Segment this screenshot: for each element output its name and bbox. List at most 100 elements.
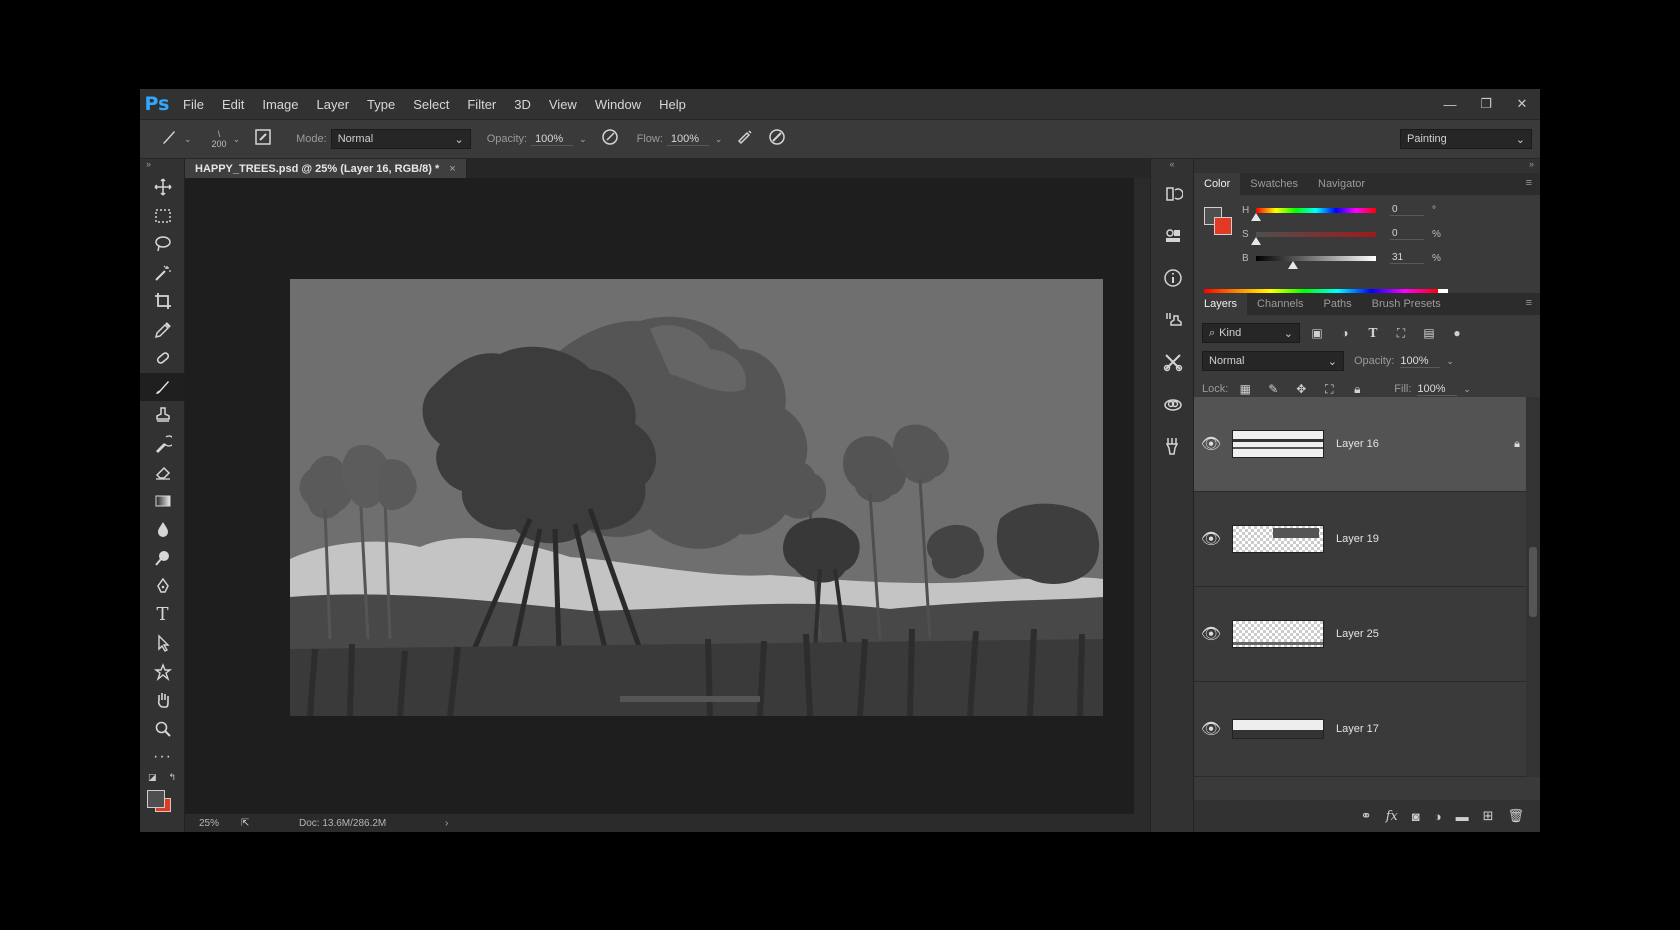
panel-menu-icon[interactable]: ≡ xyxy=(1526,297,1532,309)
brush-size-preview[interactable]: \ 200 xyxy=(212,129,227,149)
history-icon[interactable] xyxy=(1151,173,1195,215)
tab-layers[interactable]: Layers xyxy=(1194,293,1248,315)
brush-panel-icon[interactable] xyxy=(254,128,272,150)
close-icon[interactable]: ✕ xyxy=(1514,96,1530,112)
hue-slider-thumb[interactable] xyxy=(1251,212,1261,221)
path-selection-tool-icon[interactable] xyxy=(140,629,185,658)
layer-row[interactable]: 👁︎ Layer 19 xyxy=(1194,492,1540,587)
lock-all-icon[interactable]: 🔒︎ xyxy=(1346,379,1368,399)
flow-input[interactable]: 100% xyxy=(666,133,709,146)
mode-select[interactable]: Normal ⌄ xyxy=(330,129,471,149)
adjustment-filter-icon[interactable]: ◑ xyxy=(1334,323,1356,343)
tab-brush-presets[interactable]: Brush Presets xyxy=(1362,293,1451,315)
layer-row[interactable]: 👁︎ Layer 25 xyxy=(1194,587,1540,682)
hue-slider[interactable] xyxy=(1251,207,1376,221)
libraries-icon[interactable] xyxy=(1151,383,1195,425)
layer-name[interactable]: Layer 19 xyxy=(1336,533,1379,545)
panel-collapse-icon[interactable]: « xyxy=(1151,159,1193,173)
canvas-painting[interactable] xyxy=(290,279,1103,716)
visibility-eye-icon[interactable]: 👁︎ xyxy=(1194,624,1228,644)
history-brush-tool-icon[interactable] xyxy=(140,430,185,459)
layers-scrollbar[interactable] xyxy=(1526,397,1540,777)
fill-input[interactable]: 100% xyxy=(1417,383,1458,396)
airbrush-icon[interactable] xyxy=(736,128,754,150)
chevron-down-icon[interactable]: ⌄ xyxy=(184,134,192,145)
export-icon[interactable]: ⇱ xyxy=(241,818,281,829)
visibility-eye-icon[interactable]: 👁︎ xyxy=(1194,434,1228,454)
minimize-icon[interactable]: — xyxy=(1442,96,1458,112)
layer-name[interactable]: Layer 17 xyxy=(1336,723,1379,735)
lock-position-icon[interactable]: ✥ xyxy=(1290,379,1312,399)
marquee-tool-icon[interactable] xyxy=(140,202,185,231)
custom-shape-tool-icon[interactable] xyxy=(140,658,185,687)
info-icon[interactable] xyxy=(1151,257,1195,299)
zoom-level[interactable]: 25% xyxy=(199,818,241,829)
foreground-color-swatch[interactable] xyxy=(147,789,165,808)
opacity-input[interactable]: 100% xyxy=(531,133,574,146)
brush-tool-icon[interactable] xyxy=(160,128,178,150)
shape-filter-icon[interactable]: ⛶ xyxy=(1390,323,1412,343)
tool-presets-icon[interactable] xyxy=(1151,341,1195,383)
tab-color[interactable]: Color xyxy=(1194,173,1241,195)
workspace-select[interactable]: Painting ⌄ xyxy=(1400,129,1532,149)
tab-swatches[interactable]: Swatches xyxy=(1240,173,1308,195)
pixel-filter-icon[interactable]: ▣ xyxy=(1306,323,1328,343)
hue-input[interactable]: 0 xyxy=(1390,204,1424,216)
chevron-down-icon[interactable]: ⌄ xyxy=(233,134,241,145)
background-color-swatch[interactable] xyxy=(1214,217,1232,235)
more-tools-icon[interactable]: ··· xyxy=(140,743,185,772)
canvas-pasteboard[interactable] xyxy=(185,178,1150,814)
menu-layer[interactable]: Layer xyxy=(308,97,359,112)
brightness-slider-thumb[interactable] xyxy=(1288,260,1299,269)
brightness-slider[interactable] xyxy=(1256,255,1376,269)
chevron-down-icon[interactable]: ⌄ xyxy=(715,134,723,145)
panel-collapse-icon[interactable]: » xyxy=(1194,159,1540,173)
menu-view[interactable]: View xyxy=(540,97,586,112)
new-layer-icon[interactable]: ⊞ xyxy=(1483,808,1494,824)
document-tab[interactable]: HAPPY_TREES.psd @ 25% (Layer 16, RGB/8) … xyxy=(185,159,467,178)
move-tool-icon[interactable] xyxy=(140,173,185,202)
chevron-down-icon[interactable]: ⌄ xyxy=(579,134,587,145)
saturation-slider[interactable] xyxy=(1251,231,1376,245)
menu-image[interactable]: Image xyxy=(253,97,307,112)
type-filter-icon[interactable]: T xyxy=(1362,323,1384,343)
zoom-tool-icon[interactable] xyxy=(140,715,185,744)
restore-icon[interactable]: ❐ xyxy=(1478,96,1494,112)
smart-object-filter-icon[interactable]: ▤ xyxy=(1418,323,1440,343)
chevron-down-icon[interactable]: ⌄ xyxy=(1446,356,1454,367)
link-layers-icon[interactable]: ⚭ xyxy=(1361,808,1372,824)
pressure-size-icon[interactable] xyxy=(768,128,786,150)
blend-mode-select[interactable]: Normal ⌄ xyxy=(1202,351,1344,371)
eraser-tool-icon[interactable] xyxy=(140,458,185,487)
layer-opacity-input[interactable]: 100% xyxy=(1400,355,1441,368)
clone-stamp-tool-icon[interactable] xyxy=(140,401,185,430)
layer-mask-icon[interactable]: ◙ xyxy=(1412,809,1420,824)
lock-pixels-icon[interactable]: ✎ xyxy=(1262,379,1284,399)
pen-tool-icon[interactable] xyxy=(140,572,185,601)
menu-select[interactable]: Select xyxy=(404,97,458,112)
magic-wand-tool-icon[interactable] xyxy=(140,259,185,288)
lock-artboard-icon[interactable]: ⛶ xyxy=(1318,379,1340,399)
pressure-opacity-icon[interactable] xyxy=(601,128,619,150)
eyedropper-tool-icon[interactable] xyxy=(140,316,185,345)
layers-scrollbar-thumb[interactable] xyxy=(1529,547,1537,617)
menu-3d[interactable]: 3D xyxy=(505,97,540,112)
swap-colors-icon[interactable]: ◪ ↰ xyxy=(140,772,184,788)
healing-brush-tool-icon[interactable] xyxy=(140,344,185,373)
tab-paths[interactable]: Paths xyxy=(1314,293,1362,315)
layer-style-icon[interactable]: fx xyxy=(1386,809,1398,824)
canvas-scrollbar[interactable] xyxy=(1134,178,1150,814)
visibility-eye-icon[interactable]: 👁︎ xyxy=(1194,529,1228,549)
chevron-down-icon[interactable]: ⌄ xyxy=(1463,384,1471,395)
color-swatches[interactable] xyxy=(140,788,184,812)
layer-row[interactable]: 👁︎ Layer 17 xyxy=(1194,682,1540,777)
close-tab-icon[interactable]: × xyxy=(449,163,455,175)
delete-layer-icon[interactable]: 🗑︎ xyxy=(1507,808,1524,824)
crop-tool-icon[interactable] xyxy=(140,287,185,316)
menu-window[interactable]: Window xyxy=(586,97,650,112)
chevron-right-icon[interactable]: › xyxy=(445,818,448,829)
filter-toggle-icon[interactable]: ● xyxy=(1446,323,1468,343)
dodge-tool-icon[interactable] xyxy=(140,544,185,573)
menu-help[interactable]: Help xyxy=(650,97,695,112)
layer-name[interactable]: Layer 25 xyxy=(1336,628,1379,640)
